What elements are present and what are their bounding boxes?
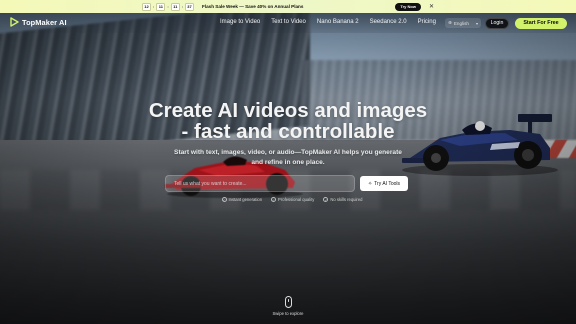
mouse-icon — [284, 296, 292, 308]
login-button[interactable]: Login — [485, 17, 509, 29]
try-ai-tools-button[interactable]: ✧ Try AI Tools — [360, 176, 408, 191]
countdown-days: 12 — [142, 2, 151, 11]
feature-item: ✓ No skills required — [323, 197, 362, 202]
language-label: English — [453, 20, 469, 26]
scroll-hint-label: Swipe to explore — [272, 311, 304, 316]
prompt-input-container — [165, 175, 355, 192]
top-navigation: TopMaker AI Image to Video Text to Video… — [0, 13, 576, 33]
announcement-bar: 12 : 11 : 11 : 37 Flash Sale Week — Save… — [0, 0, 576, 13]
sparkle-icon: ✧ — [367, 180, 373, 187]
countdown-minutes: 11 — [170, 2, 180, 11]
check-icon: ✓ — [323, 197, 329, 202]
hero-title-line-1: Create AI videos and images — [148, 99, 428, 122]
hero-title-line-2: - fast and controllable — [181, 120, 395, 143]
try-ai-tools-label: Try AI Tools — [374, 180, 401, 187]
language-selector[interactable]: ⊕ English ▾ — [445, 18, 481, 28]
close-icon[interactable]: ✕ — [429, 3, 434, 10]
scroll-hint[interactable]: Swipe to explore — [268, 296, 308, 316]
nav-link-pricing[interactable]: Pricing — [418, 19, 436, 25]
start-for-free-button[interactable]: Start For Free — [515, 17, 567, 29]
feature-item: ✓ Professional quality — [271, 197, 314, 202]
check-icon: ✓ — [221, 197, 227, 202]
feature-label: Professional quality — [278, 197, 315, 202]
feature-item: ✓ Instant generation — [221, 197, 263, 202]
feature-label: No skills required — [330, 197, 363, 202]
hero-subtitle: Start with text, images, video, or audio… — [174, 149, 402, 166]
globe-icon: ⊕ — [448, 20, 452, 25]
chevron-down-icon: ▾ — [475, 20, 478, 26]
try-now-button[interactable]: Try Now — [395, 2, 421, 11]
nav-link-image-to-video[interactable]: Image to Video — [220, 19, 260, 25]
hero-title: Create AI videos and images - fast and c… — [0, 100, 576, 142]
logo-icon — [10, 17, 19, 27]
countdown-hours: 11 — [156, 2, 166, 11]
check-icon: ✓ — [271, 197, 277, 202]
countdown-seconds: 37 — [185, 2, 195, 11]
nav-link-nano-banana[interactable]: Nano Banana 2 — [317, 19, 359, 25]
announcement-text: Flash Sale Week — Save 40% on Annual Pla… — [202, 4, 304, 9]
nav-link-text-to-video[interactable]: Text to Video — [271, 19, 306, 25]
countdown-timer: 12 : 11 : 11 : 37 — [142, 2, 195, 11]
nav-link-seedance[interactable]: Seedance 2.0 — [370, 19, 407, 25]
prompt-input[interactable] — [174, 180, 354, 187]
brand-name: TopMaker AI — [22, 17, 67, 27]
feature-list: ✓ Instant generation ✓ Professional qual… — [0, 197, 576, 202]
brand-logo[interactable]: TopMaker AI — [10, 17, 67, 27]
feature-label: Instant generation — [228, 197, 263, 202]
